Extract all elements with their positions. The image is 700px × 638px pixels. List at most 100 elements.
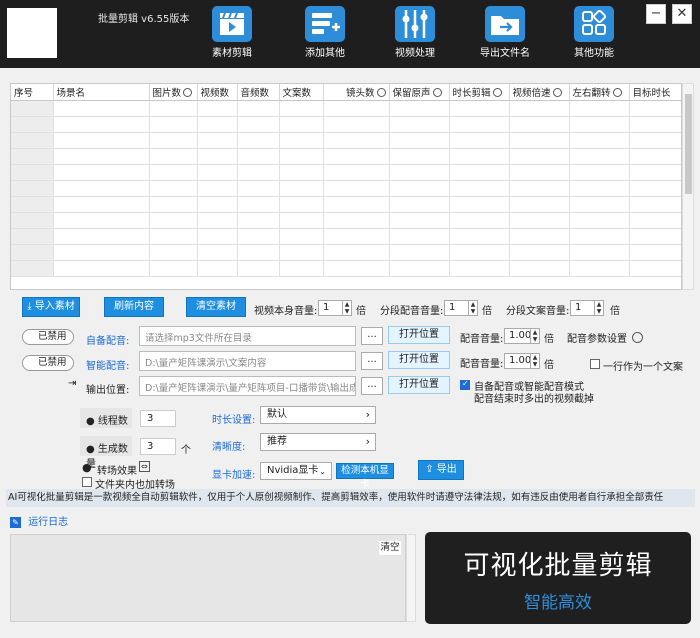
table-cell[interactable] xyxy=(569,228,630,245)
table-cell[interactable] xyxy=(149,228,198,245)
table-cell[interactable] xyxy=(389,132,450,149)
table-cell[interactable] xyxy=(509,228,570,245)
table-cell[interactable] xyxy=(449,260,510,277)
table-cell[interactable] xyxy=(197,212,238,229)
table-cell[interactable] xyxy=(629,228,681,245)
smart-dubbing-toggle[interactable]: 已禁用 xyxy=(22,355,74,371)
gear-icon[interactable] xyxy=(492,87,502,97)
table-cell[interactable] xyxy=(279,116,324,133)
table-cell[interactable] xyxy=(509,116,570,133)
col-header-shots[interactable]: 镜头数 xyxy=(323,84,390,101)
table-cell[interactable] xyxy=(53,116,150,133)
table-cell[interactable] xyxy=(149,116,198,133)
col-header-duration-cut[interactable]: 时长剪辑 xyxy=(449,84,510,101)
table-cell[interactable] xyxy=(197,148,238,165)
table-cell[interactable] xyxy=(509,164,570,181)
table-cell[interactable] xyxy=(569,132,630,149)
table-cell[interactable] xyxy=(389,116,450,133)
output-path-input[interactable]: D:\量产矩阵课演示\量产矩阵项目-口播带货\输出成品\ xyxy=(139,376,356,396)
table-cell[interactable] xyxy=(279,100,324,117)
col-header-flip[interactable]: 左右翻转 xyxy=(569,84,630,101)
table-cell[interactable] xyxy=(11,228,54,245)
table-cell[interactable] xyxy=(237,116,280,133)
col-header-texts[interactable]: 文案数 xyxy=(279,84,324,101)
table-cell[interactable] xyxy=(389,212,450,229)
gear-icon[interactable] xyxy=(183,87,193,97)
table-cell[interactable] xyxy=(53,196,150,213)
table-cell[interactable] xyxy=(323,100,390,117)
table-row[interactable] xyxy=(11,212,681,229)
refresh-content-button[interactable]: 刷新内容 xyxy=(104,297,164,317)
table-row[interactable] xyxy=(11,148,681,165)
scrollbar-thumb[interactable] xyxy=(685,94,692,194)
table-cell[interactable] xyxy=(629,260,681,277)
toolbar-other-functions-button[interactable]: 其他功能 xyxy=(559,4,629,66)
table-cell[interactable] xyxy=(237,132,280,149)
table-cell[interactable] xyxy=(149,180,198,197)
table-cell[interactable] xyxy=(323,260,390,277)
detect-gpu-button[interactable]: 检测本机显卡 xyxy=(336,463,394,490)
table-cell[interactable] xyxy=(323,180,390,197)
video-volume-stepper[interactable]: 1 ▲ ▼ xyxy=(318,300,352,316)
dubbing-path-input[interactable]: 请选择mp3文件所在目录 xyxy=(139,326,356,346)
table-cell[interactable] xyxy=(569,244,630,261)
toolbar-export-filename-button[interactable]: 导出文件名 xyxy=(467,4,543,66)
table-cell[interactable] xyxy=(449,132,510,149)
threads-input[interactable]: 3 xyxy=(140,410,176,427)
duration-select[interactable]: 默认 › xyxy=(260,406,376,424)
table-cell[interactable] xyxy=(449,164,510,181)
table-cell[interactable] xyxy=(11,180,54,197)
table-cell[interactable] xyxy=(449,148,510,165)
dubbing-volume-stepper[interactable]: 1.00 ▲ ▼ xyxy=(504,328,540,344)
table-cell[interactable] xyxy=(629,180,681,197)
table-cell[interactable] xyxy=(509,212,570,229)
table-cell[interactable] xyxy=(279,212,324,229)
table-row[interactable] xyxy=(11,260,681,277)
table-cell[interactable] xyxy=(197,132,238,149)
col-header-keep-audio[interactable]: 保留原声 xyxy=(389,84,450,101)
table-cell[interactable] xyxy=(11,148,54,165)
table-cell[interactable] xyxy=(237,228,280,245)
table-cell[interactable] xyxy=(197,196,238,213)
table-cell[interactable] xyxy=(449,212,510,229)
stepper-arrows-icon[interactable]: ▲ ▼ xyxy=(530,329,539,343)
table-cell[interactable] xyxy=(323,116,390,133)
table-cell[interactable] xyxy=(53,148,150,165)
log-output[interactable] xyxy=(10,534,406,622)
count-input[interactable]: 3 xyxy=(140,438,176,455)
table-cell[interactable] xyxy=(237,164,280,181)
table-cell[interactable] xyxy=(323,132,390,149)
table-cell[interactable] xyxy=(569,116,630,133)
output-open-location-button[interactable]: 打开位置 xyxy=(388,376,450,394)
col-header-scene[interactable]: 场景名 xyxy=(53,84,150,101)
table-cell[interactable] xyxy=(11,132,54,149)
table-row[interactable] xyxy=(11,244,681,261)
table-cell[interactable] xyxy=(323,228,390,245)
toolbar-material-edit-button[interactable]: 素材剪辑 xyxy=(197,4,267,66)
table-cell[interactable] xyxy=(11,116,54,133)
table-cell[interactable] xyxy=(389,148,450,165)
table-cell[interactable] xyxy=(53,100,150,117)
table-cell[interactable] xyxy=(323,164,390,181)
toolbar-video-process-button[interactable]: 视频处理 xyxy=(380,4,450,66)
table-cell[interactable] xyxy=(237,196,280,213)
table-cell[interactable] xyxy=(509,244,570,261)
col-header-videos[interactable]: 视频数 xyxy=(197,84,238,101)
smart-dubbing-path-input[interactable]: D:\量产矩阵课演示\文案内容 xyxy=(139,351,356,371)
table-cell[interactable] xyxy=(323,148,390,165)
table-cell[interactable] xyxy=(629,100,681,117)
clear-log-button[interactable]: 清空 xyxy=(379,541,401,555)
log-scrollbar[interactable] xyxy=(406,534,416,622)
col-header-images[interactable]: 图片数 xyxy=(149,84,198,101)
table-cell[interactable] xyxy=(11,260,54,277)
gear-icon[interactable] xyxy=(552,87,562,97)
table-row[interactable] xyxy=(11,100,681,117)
dubbing-open-location-button[interactable]: 打开位置 xyxy=(388,326,450,344)
table-cell[interactable] xyxy=(53,164,150,181)
table-cell[interactable] xyxy=(569,180,630,197)
table-cell[interactable] xyxy=(449,116,510,133)
table-cell[interactable] xyxy=(509,132,570,149)
gear-icon[interactable] xyxy=(376,87,386,97)
smart-dubbing-open-location-button[interactable]: 打开位置 xyxy=(388,351,450,369)
table-cell[interactable] xyxy=(197,228,238,245)
